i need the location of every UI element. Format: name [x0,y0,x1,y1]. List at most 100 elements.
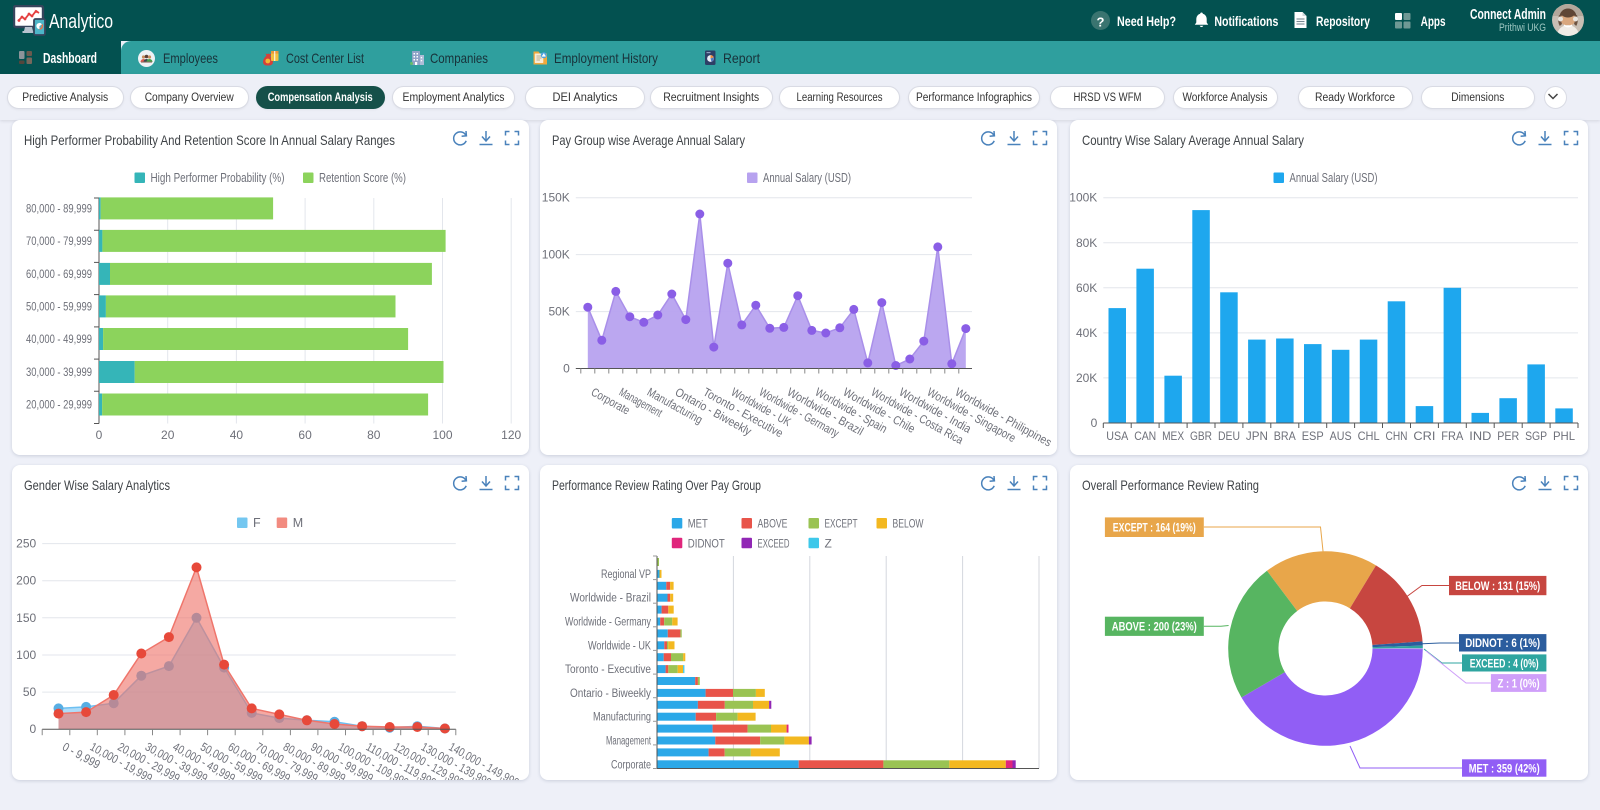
svg-text:Country Wise Salary Average An: Country Wise Salary Average Annual Salar… [1082,132,1304,148]
svg-text:50K: 50K [548,305,569,319]
svg-text:30,000 - 39,999: 30,000 - 39,999 [26,365,92,379]
svg-text:EXCEPT : 164 (19%): EXCEPT : 164 (19%) [1112,521,1195,535]
svg-text:Learning Resources: Learning Resources [797,92,883,104]
svg-text:BELOW : 131 (15%): BELOW : 131 (15%) [1455,579,1540,593]
svg-text:50: 50 [22,685,36,699]
svg-text:0: 0 [563,362,570,376]
svg-text:EXCEED : 4 (0%): EXCEED : 4 (0%) [1469,656,1538,670]
svg-text:Companies: Companies [430,50,488,66]
svg-text:100: 100 [432,428,452,442]
svg-text:Regional VP: Regional VP [601,569,651,581]
svg-text:M: M [292,516,302,530]
svg-text:Recruitment Insights: Recruitment Insights [663,92,759,104]
svg-text:40: 40 [229,428,243,442]
svg-text:20K: 20K [1075,371,1096,385]
svg-text:Analytico: Analytico [49,11,113,33]
svg-text:250: 250 [16,537,36,551]
svg-text:0: 0 [95,428,102,442]
svg-text:80: 80 [367,428,381,442]
svg-text:40,000 - 49,999: 40,000 - 49,999 [26,332,92,346]
svg-text:100: 100 [16,648,36,662]
svg-text:Manufacturing: Manufacturing [593,712,651,724]
svg-text:MEX: MEX [1162,429,1184,443]
svg-text:Prithwi UKG: Prithwi UKG [1499,22,1546,34]
svg-text:Performance Review Rating Over: Performance Review Rating Over Pay Group [552,477,761,493]
svg-text:PER: PER [1497,429,1519,443]
svg-text:0: 0 [29,722,36,736]
svg-text:Dimensions: Dimensions [1451,92,1504,104]
svg-text:70,000 - 79,999: 70,000 - 79,999 [26,234,92,248]
svg-text:CRI: CRI [1413,429,1435,443]
svg-text:ABOVE: ABOVE [758,517,788,531]
svg-text:Pay Group wise Average Annual: Pay Group wise Average Annual Salary [552,132,745,148]
svg-text:60K: 60K [1075,281,1096,295]
svg-text:Ready Workforce: Ready Workforce [1315,92,1395,104]
svg-text:Ontario - Biweekly: Ontario - Biweekly [570,688,651,700]
svg-text:Workforce Analysis: Workforce Analysis [1183,92,1268,104]
svg-text:Employment Analytics: Employment Analytics [403,92,505,104]
svg-text:Management: Management [606,736,652,748]
svg-text:GBR: GBR [1190,429,1212,443]
svg-text:SGP: SGP [1525,429,1547,443]
svg-text:Employment History: Employment History [554,50,658,66]
svg-text:FRA: FRA [1441,429,1463,443]
svg-text:Gender Wise Salary Analytics: Gender Wise Salary Analytics [24,477,170,493]
svg-text:Need Help?: Need Help? [1117,13,1176,29]
svg-text:Retention Score (%): Retention Score (%) [319,171,406,185]
svg-text:Employees: Employees [163,50,218,66]
svg-text:40K: 40K [1075,326,1096,340]
svg-text:JPN: JPN [1245,429,1267,443]
svg-text:EXCEED: EXCEED [758,537,790,551]
svg-text:80,000 - 89,999: 80,000 - 89,999 [26,201,92,215]
svg-text:BRA: BRA [1273,429,1295,443]
svg-text:?: ? [1097,15,1105,30]
svg-text:Cost Center List: Cost Center List [286,50,364,66]
svg-text:MET : 359 (42%): MET : 359 (42%) [1468,761,1539,775]
svg-text:100K: 100K [1070,191,1097,205]
svg-text:High Performer Probability (%): High Performer Probability (%) [150,171,284,185]
svg-text:0: 0 [1090,416,1097,430]
svg-text:Connect Admin: Connect Admin [1470,7,1546,23]
svg-text:DIDNOT: DIDNOT [688,537,726,551]
svg-text:MET: MET [688,517,709,531]
svg-text:AUS: AUS [1329,429,1351,443]
svg-text:ABOVE : 200 (23%): ABOVE : 200 (23%) [1111,620,1196,634]
svg-text:120: 120 [501,428,521,442]
svg-text:EXCEPT: EXCEPT [825,517,858,531]
svg-text:F: F [253,516,261,530]
svg-text:Dashboard: Dashboard [43,51,97,67]
svg-text:150: 150 [16,611,36,625]
svg-text:150K: 150K [542,191,570,205]
svg-text:Company Overview: Company Overview [145,92,235,104]
svg-text:Z : 1 (0%): Z : 1 (0%) [1497,676,1539,690]
svg-text:Toronto - Executive: Toronto - Executive [565,664,651,676]
svg-text:Predictive Analysis: Predictive Analysis [22,92,108,104]
svg-text:100K: 100K [542,248,570,262]
svg-text:Overall Performance Review Rat: Overall Performance Review Rating [1082,477,1259,493]
svg-text:Compensation Analysis: Compensation Analysis [268,92,373,104]
svg-text:Apps: Apps [1421,13,1446,29]
svg-text:Repository: Repository [1316,13,1370,29]
svg-text:CAN: CAN [1134,429,1156,443]
svg-text:High Performer Probability And: High Performer Probability And Retention… [24,132,395,148]
svg-text:DEU: DEU [1218,429,1240,443]
svg-text:Annual Salary (USD): Annual Salary (USD) [763,171,851,185]
svg-text:Worldwide - Germany: Worldwide - Germany [565,617,651,629]
svg-text:Z: Z [825,537,832,551]
svg-text:Worldwide - Brazil: Worldwide - Brazil [570,593,651,605]
svg-text:60,000 - 69,999: 60,000 - 69,999 [26,267,92,281]
svg-text:BELOW: BELOW [893,517,924,531]
svg-text:PHL: PHL [1553,429,1575,443]
svg-text:ESP: ESP [1301,429,1323,443]
svg-text:CHL: CHL [1357,429,1379,443]
svg-text:80K: 80K [1075,236,1096,250]
svg-text:50,000 - 59,999: 50,000 - 59,999 [26,299,92,313]
svg-text:60: 60 [298,428,312,442]
svg-text:Corporate: Corporate [611,759,651,771]
svg-text:CHN: CHN [1385,429,1407,443]
svg-text:20: 20 [161,428,175,442]
svg-text:USA: USA [1106,429,1128,443]
svg-text:20,000 - 29,999: 20,000 - 29,999 [26,398,92,412]
svg-text:DEI Analytics: DEI Analytics [553,92,618,104]
svg-text:HRSD VS WFM: HRSD VS WFM [1074,92,1142,104]
